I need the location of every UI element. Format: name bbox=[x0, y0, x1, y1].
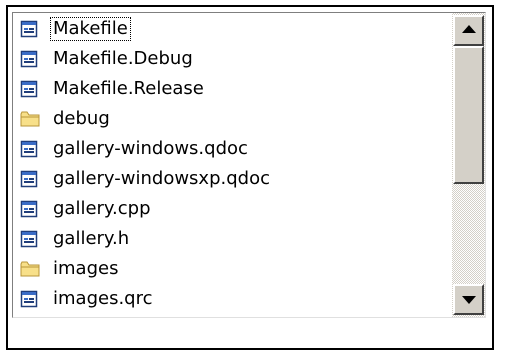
file-name-label: gallery-windows.qdoc bbox=[53, 138, 248, 159]
file-name-label: Makefile bbox=[50, 17, 131, 41]
file-icon bbox=[20, 170, 38, 188]
list-item[interactable]: gallery-windows.qdoc bbox=[13, 134, 453, 164]
file-icon bbox=[20, 20, 38, 38]
file-name-label: images bbox=[53, 258, 119, 279]
list-item[interactable]: Makefile.Release bbox=[13, 74, 453, 104]
list-item[interactable]: gallery-windowsxp.qdoc bbox=[13, 164, 453, 194]
file-name-label: gallery.h bbox=[53, 228, 130, 249]
file-icon bbox=[20, 50, 38, 68]
file-name-label: gallery-windowsxp.qdoc bbox=[53, 168, 270, 189]
list-item[interactable]: Makefile.Debug bbox=[13, 44, 453, 74]
file-name-label: debug bbox=[53, 108, 110, 129]
list-item[interactable]: images bbox=[13, 254, 453, 284]
file-icon bbox=[20, 230, 38, 248]
list-item[interactable]: debug bbox=[13, 104, 453, 134]
scroll-down-button[interactable] bbox=[453, 284, 484, 315]
scroll-up-button[interactable] bbox=[453, 15, 484, 46]
scroll-thumb[interactable] bbox=[453, 46, 484, 184]
file-name-label: Makefile.Release bbox=[53, 78, 204, 99]
file-icon bbox=[20, 80, 38, 98]
file-icon bbox=[20, 290, 38, 308]
file-list: Makefile Makefile.Debug Makefile.Release de… bbox=[13, 13, 453, 317]
file-name-label: Makefile.Debug bbox=[53, 48, 193, 69]
file-list-box[interactable]: Makefile Makefile.Debug Makefile.Release de… bbox=[12, 12, 486, 318]
file-icon bbox=[20, 200, 38, 218]
arrow-down-icon bbox=[462, 296, 476, 304]
list-item[interactable]: gallery.cpp bbox=[13, 194, 453, 224]
file-icon bbox=[20, 140, 38, 158]
list-item[interactable]: Makefile bbox=[13, 14, 453, 44]
file-name-label: gallery.cpp bbox=[53, 198, 151, 219]
list-item[interactable]: gallery.h bbox=[13, 224, 453, 254]
file-name-label: images.qrc bbox=[53, 288, 153, 309]
folder-icon bbox=[20, 260, 40, 278]
list-item[interactable]: images.qrc bbox=[13, 284, 453, 314]
vertical-scrollbar[interactable] bbox=[452, 13, 485, 317]
folder-icon bbox=[20, 110, 40, 128]
arrow-up-icon bbox=[462, 25, 476, 33]
